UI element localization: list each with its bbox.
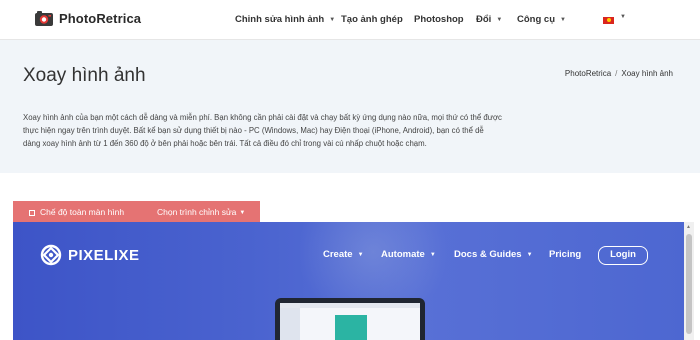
breadcrumb-current: Xoay hình ảnh bbox=[621, 69, 673, 78]
breadcrumb: PhotoRetrica / Xoay hình ảnh bbox=[565, 69, 673, 78]
editor-toolbar: Chế độ toàn màn hình Chọn trình chỉnh sử… bbox=[13, 201, 260, 222]
breadcrumb-home-link[interactable]: PhotoRetrica bbox=[565, 69, 611, 78]
chevron-down-icon[interactable]: ▼ bbox=[620, 14, 626, 20]
embed-nav-docs[interactable]: Docs & Guides ▼ bbox=[454, 249, 533, 260]
nav-item-convert[interactable]: Đổi ▼ bbox=[476, 14, 502, 25]
nav-item-label: Tạo ảnh ghép bbox=[341, 14, 403, 25]
caret-down-icon: ▼ bbox=[239, 210, 246, 216]
embedded-editor-frame[interactable]: PIXELIXE Create ▼ Automate ▼ Docs & Guides… bbox=[13, 222, 684, 340]
main-nav: Chỉnh sửa hình ảnh ▼ Tạo ảnh ghép Photosh… bbox=[0, 14, 700, 30]
nav-item-photoshop[interactable]: Photoshop bbox=[414, 14, 464, 25]
chevron-down-icon: ▼ bbox=[429, 252, 436, 258]
chevron-down-icon: ▼ bbox=[526, 252, 533, 258]
laptop-screen bbox=[280, 303, 420, 340]
embed-nav-label: Automate bbox=[381, 249, 425, 260]
page-title: Xoay hình ảnh bbox=[23, 65, 146, 86]
chevron-down-icon: ▼ bbox=[496, 17, 503, 23]
embed-nav-label: Create bbox=[323, 249, 353, 260]
page-description: Xoay hình ảnh của bạn một cách dễ dàng v… bbox=[23, 113, 502, 148]
pixelixe-mark-icon bbox=[40, 244, 62, 266]
vietnam-flag-icon[interactable] bbox=[603, 17, 614, 24]
expand-icon bbox=[29, 210, 35, 216]
top-navbar: PhotoRetrica Chỉnh sửa hình ảnh ▼ Tạo ảnh… bbox=[0, 0, 700, 40]
screen-topbar bbox=[280, 303, 420, 308]
laptop-illustration bbox=[275, 298, 425, 340]
nav-item-tools[interactable]: Công cụ ▼ bbox=[517, 14, 566, 25]
nav-item-label: Photoshop bbox=[414, 14, 464, 25]
pixelixe-brand-name: PIXELIXE bbox=[68, 246, 140, 264]
editor-select-dropdown[interactable]: Chọn trình chỉnh sửa ▼ bbox=[157, 207, 245, 217]
screen-design-card bbox=[335, 315, 367, 340]
nav-item-collage[interactable]: Tạo ảnh ghép bbox=[341, 14, 403, 25]
fullscreen-button[interactable]: Chế độ toàn màn hình bbox=[29, 207, 124, 217]
frame-scrollbar[interactable]: ▲ bbox=[684, 222, 694, 340]
chevron-down-icon: ▼ bbox=[357, 252, 364, 258]
fullscreen-button-label: Chế độ toàn màn hình bbox=[40, 207, 125, 217]
embed-nav-create[interactable]: Create ▼ bbox=[323, 249, 364, 260]
scroll-up-icon[interactable]: ▲ bbox=[686, 224, 691, 230]
nav-item-edit-image[interactable]: Chỉnh sửa hình ảnh ▼ bbox=[235, 14, 335, 25]
embed-nav-label: Pricing bbox=[549, 249, 582, 260]
page-header: Xoay hình ảnh PhotoRetrica / Xoay hình ảnh… bbox=[0, 40, 700, 173]
login-button[interactable]: Login bbox=[598, 246, 648, 265]
screen-sidebar bbox=[280, 308, 300, 340]
chevron-down-icon: ▼ bbox=[560, 17, 566, 23]
scrollbar-thumb[interactable] bbox=[686, 234, 692, 334]
breadcrumb-separator: / bbox=[615, 69, 618, 78]
editor-select-label: Chọn trình chỉnh sửa bbox=[157, 207, 237, 217]
chevron-down-icon: ▼ bbox=[329, 17, 336, 23]
nav-item-label: Công cụ bbox=[517, 14, 555, 25]
embed-nav-pricing[interactable]: Pricing bbox=[549, 249, 581, 260]
nav-item-label: Chỉnh sửa hình ảnh bbox=[235, 14, 325, 25]
pixelixe-logo[interactable]: PIXELIXE bbox=[40, 244, 140, 266]
embed-nav-label: Docs & Guides bbox=[454, 249, 522, 260]
embed-nav-automate[interactable]: Automate ▼ bbox=[381, 249, 436, 260]
nav-item-label: Đổi bbox=[476, 14, 492, 25]
